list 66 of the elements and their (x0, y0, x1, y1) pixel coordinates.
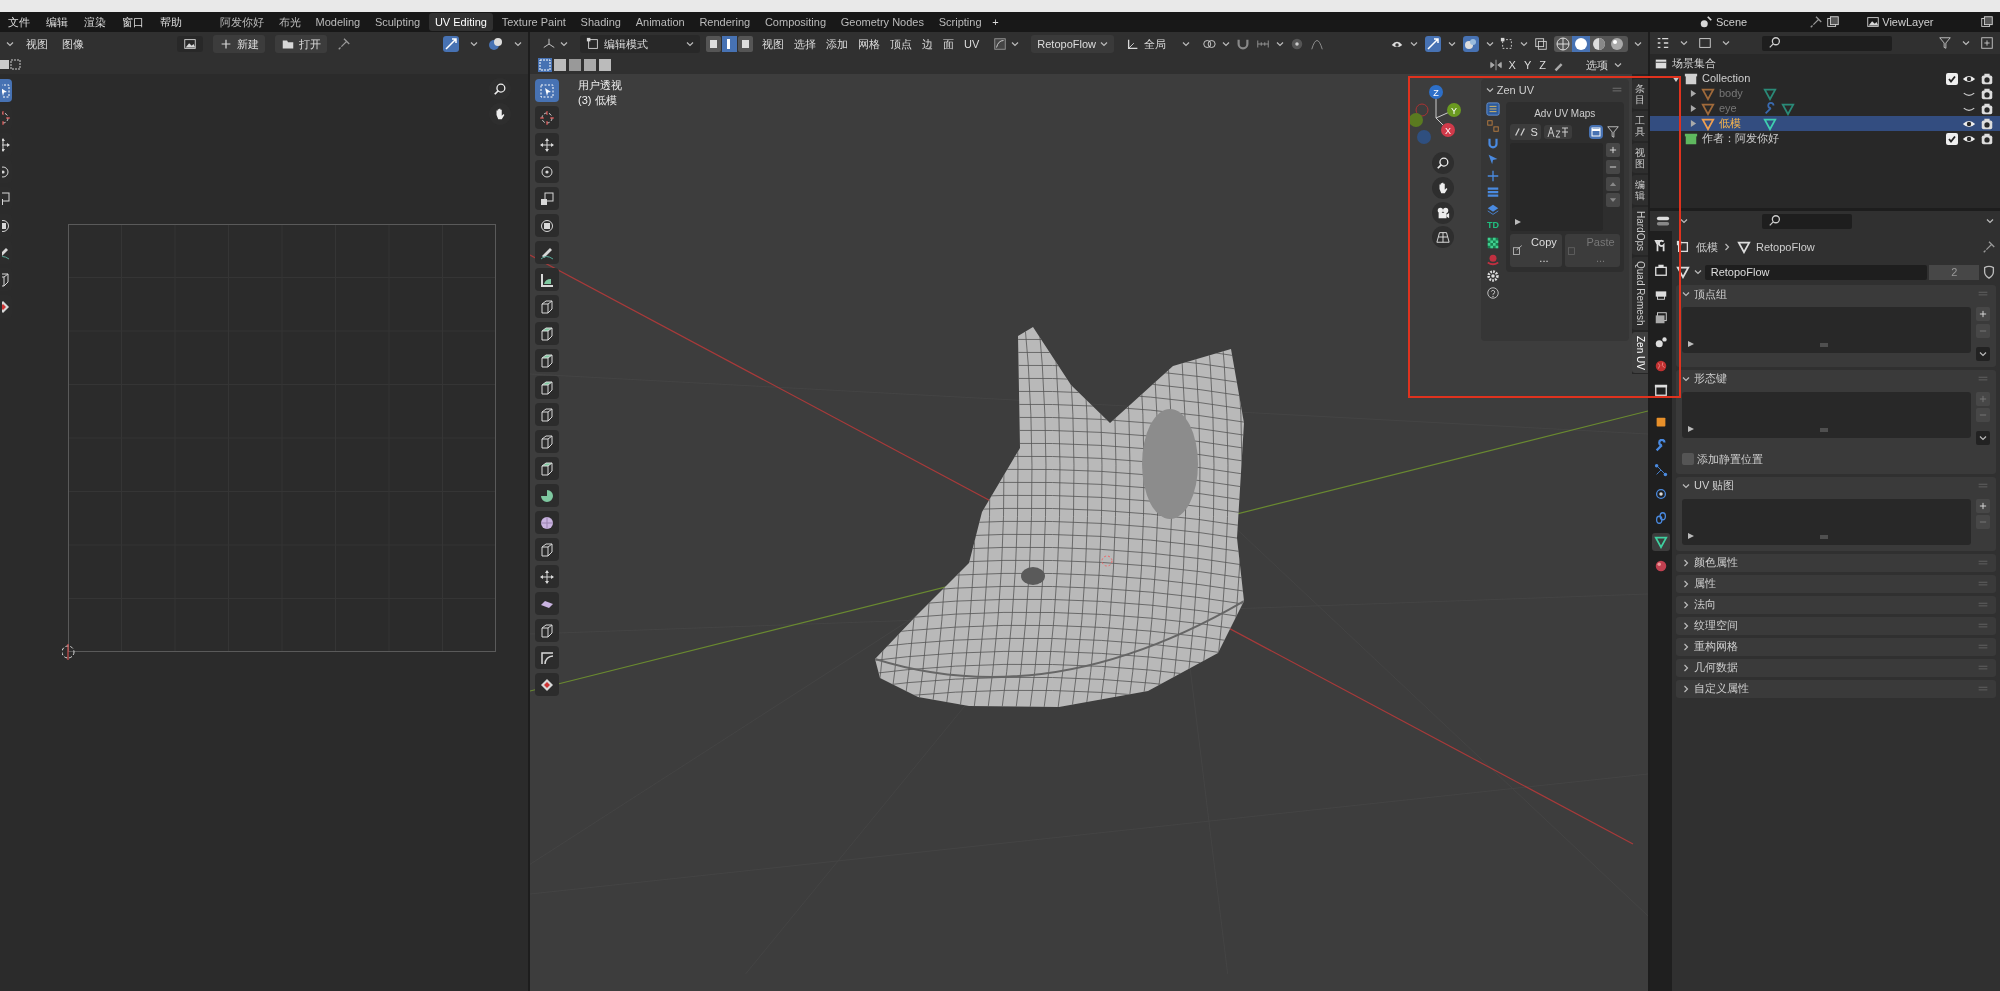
workspace-tab[interactable]: Animation (629, 12, 691, 32)
sidebar-tab[interactable]: 编辑 (1632, 175, 1648, 205)
menu-item[interactable]: 文件 (6, 13, 32, 31)
outliner-item[interactable]: 作者：阿发你好 (1702, 130, 1942, 147)
menu-item[interactable]: 帮助 (158, 13, 184, 31)
menu-item[interactable]: UV (962, 35, 982, 53)
sidebar-tab[interactable]: Zen UV (1632, 331, 1648, 374)
user-count: 2 (1929, 264, 1980, 280)
workspace-tab[interactable]: Compositing (758, 12, 833, 32)
viewport-info-text: 用户透视 (578, 78, 622, 93)
menu-item[interactable]: 选择 (792, 35, 818, 53)
menu-item[interactable]: 渲染 (82, 13, 108, 31)
mirror-axis-toggle[interactable]: Y (1521, 56, 1534, 74)
outliner-item[interactable]: 场景集合 (1672, 55, 1716, 72)
add-workspace-button[interactable]: + (990, 13, 1001, 31)
sidebar-tab[interactable]: Quad Remesh (1632, 257, 1648, 330)
checkbox-label[interactable]: 添加静置位置 (1696, 451, 1763, 468)
workspace-tab[interactable]: Texture Paint (495, 12, 572, 32)
menu-item[interactable]: 边 (920, 35, 935, 53)
menu-item[interactable]: 顶点 (888, 35, 914, 53)
sidebar-tab[interactable]: 条目 (1632, 79, 1648, 109)
menu-item[interactable]: 视图 (760, 35, 786, 53)
mode-dropdown[interactable]: 编辑模式 (580, 34, 700, 54)
sidebar-tab[interactable]: 视图 (1632, 143, 1648, 173)
orientation-dropdown[interactable]: 全局 (1120, 34, 1196, 54)
workspace-tab[interactable]: Scripting (932, 12, 988, 32)
outliner-item[interactable]: Collection (1702, 70, 1942, 87)
panel-title[interactable]: 顶点组 (1694, 285, 1972, 303)
menu-item[interactable]: 视图 (24, 35, 50, 53)
open-image-button[interactable]: 打开 (275, 34, 327, 54)
copy-button[interactable]: Copy ... (1509, 233, 1563, 267)
workspace-tab[interactable]: Geometry Nodes (834, 12, 930, 32)
panel-title[interactable]: 形态键 (1694, 370, 1972, 387)
workspace-tab[interactable]: Sculpting (368, 12, 427, 32)
mirror-axis-toggle[interactable]: Z (1537, 56, 1548, 74)
scene-name: Scene (1716, 14, 1749, 30)
menu-item[interactable]: 编辑 (44, 13, 70, 31)
navigation-gizmo: Z Y X (1410, 80, 1466, 146)
workspace-tab[interactable]: UV Editing (428, 12, 493, 32)
retopoflow-dropdown[interactable]: RetopoFlow (1031, 34, 1114, 54)
td-label: TD (1487, 219, 1499, 233)
menu-item[interactable]: 网格 (856, 35, 882, 53)
sync-button[interactable]: S (1509, 123, 1541, 141)
sidebar-tab[interactable]: 工具 (1632, 111, 1648, 141)
breadcrumb-item: 低模 (1695, 239, 1718, 255)
workspace-tab[interactable]: 布光 (272, 12, 307, 32)
options-dropdown[interactable]: 选项 (1584, 56, 1610, 74)
sidebar-tab[interactable]: HardOps (1632, 207, 1648, 255)
viewport-info-text: (3) 低模 (578, 93, 618, 108)
menu-item[interactable]: 面 (941, 35, 956, 53)
mesh-name-field[interactable]: RetopoFlow (1704, 264, 1927, 280)
view-layer-name: ViewLayer (1882, 14, 1935, 30)
menu-item[interactable]: 窗口 (120, 13, 146, 31)
mirror-axis-toggle[interactable]: X (1506, 56, 1518, 74)
panel-title[interactable]: UV 贴图 (1694, 477, 1972, 494)
outliner-item[interactable]: 低模 (1719, 115, 1759, 132)
menu-item[interactable]: 图像 (60, 35, 86, 53)
workspace-tab[interactable]: Shading (574, 12, 627, 32)
panel-title: Zen UV (1496, 82, 1535, 98)
workspace-tab[interactable]: Modeling (309, 12, 367, 32)
workspace-tab[interactable]: Rendering (693, 12, 757, 32)
new-image-button[interactable]: 新建 (213, 34, 265, 54)
breadcrumb-item: RetopoFlow (1756, 239, 1815, 255)
workspace-tab[interactable]: 阿发你好 (214, 12, 270, 32)
box-title: Adv UV Maps (1533, 107, 1597, 121)
menu-item[interactable]: 添加 (824, 35, 850, 53)
